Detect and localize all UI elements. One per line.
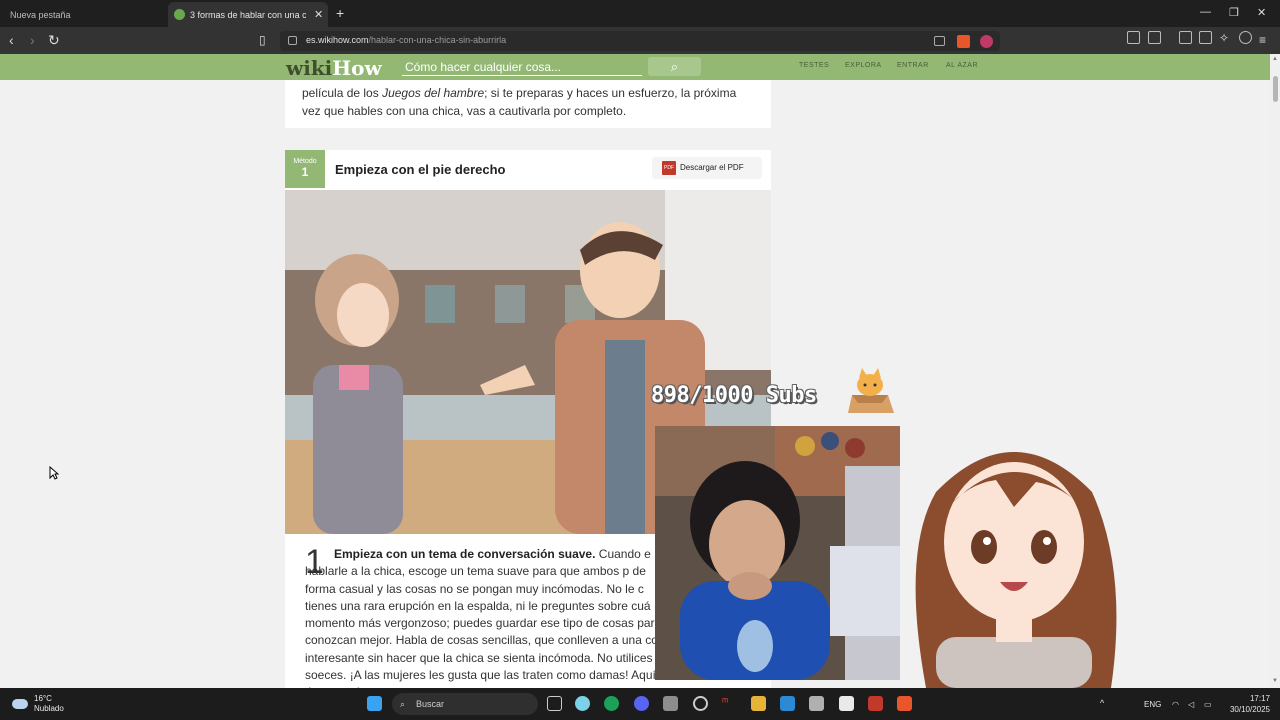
wikihow-logo[interactable]: wikiHow bbox=[286, 56, 382, 80]
search-button[interactable]: ⌕ bbox=[648, 57, 701, 76]
tab-manager-icon[interactable] bbox=[1148, 31, 1161, 44]
vtuber-avatar bbox=[896, 432, 1132, 688]
leo-ai-icon[interactable]: ✧ bbox=[1219, 31, 1232, 45]
language-indicator[interactable]: ENG bbox=[1144, 700, 1161, 709]
valorant-icon[interactable] bbox=[868, 696, 883, 711]
cat-sticker-icon bbox=[842, 365, 898, 417]
battery-icon[interactable]: ▭ bbox=[1204, 700, 1212, 709]
vscode-icon[interactable] bbox=[780, 696, 795, 711]
minecraft-icon[interactable] bbox=[663, 696, 678, 711]
search-icon: ⌕ bbox=[670, 59, 679, 74]
wikihow-favicon-icon bbox=[174, 9, 185, 20]
tab-title: 3 formas de hablar con una chica sin abu… bbox=[190, 9, 306, 20]
brave-browser-icon[interactable] bbox=[897, 696, 912, 711]
wikihow-header: wikiHow Cómo hacer cualquier cosa... ⌕ T… bbox=[0, 54, 1270, 80]
restore-button[interactable]: ❐ bbox=[1229, 6, 1239, 19]
method-label: Método bbox=[293, 158, 317, 165]
webcam-feed bbox=[655, 426, 900, 680]
extensions-icon[interactable] bbox=[1127, 31, 1140, 44]
minimize-button[interactable]: — bbox=[1200, 6, 1211, 18]
search-input[interactable]: Cómo hacer cualquier cosa... bbox=[402, 58, 642, 76]
share-icon[interactable] bbox=[934, 36, 945, 46]
weather-widget[interactable]: 16°C Nublado bbox=[12, 694, 64, 714]
taskbar-search[interactable]: ⌕ Buscar bbox=[392, 693, 538, 715]
cloud-icon bbox=[12, 699, 28, 709]
weather-condition: Nublado bbox=[34, 704, 64, 713]
forward-button[interactable]: › bbox=[30, 32, 35, 48]
scroll-thumb[interactable] bbox=[1273, 76, 1278, 102]
tab-title: Nueva pestaña bbox=[10, 9, 71, 20]
brave-rewards-icon[interactable] bbox=[980, 35, 993, 48]
sidebar-icon[interactable] bbox=[1179, 31, 1192, 44]
capcut-icon[interactable] bbox=[839, 696, 854, 711]
navigation-bar: ‹ › ↻ ▯ es.wikihow.com/hablar-con-una-ch… bbox=[0, 27, 1280, 54]
subs-counter: 898/1000 Subs bbox=[651, 383, 817, 408]
clock-date: 30/10/2025 bbox=[1229, 705, 1270, 714]
method-title: Empieza con el pie derecho bbox=[335, 162, 506, 177]
wallet-icon[interactable] bbox=[1199, 31, 1212, 44]
new-tab-button[interactable]: + bbox=[336, 5, 344, 21]
method-number: 1 bbox=[301, 165, 309, 179]
snipping-tool-icon[interactable] bbox=[809, 696, 824, 711]
search-icon: ⌕ bbox=[400, 699, 406, 709]
nav-entrar[interactable]: ENTRAR bbox=[897, 62, 929, 69]
menu-icon[interactable]: ≡ bbox=[1259, 32, 1266, 48]
nav-al-azar[interactable]: AL AZAR bbox=[946, 62, 978, 69]
edge-icon[interactable] bbox=[604, 696, 619, 711]
clock-time: 17:17 bbox=[1249, 694, 1270, 703]
start-button[interactable] bbox=[367, 696, 382, 711]
brave-shields-icon[interactable] bbox=[957, 35, 970, 48]
method-badge: Método 1 bbox=[285, 150, 325, 188]
discord-icon[interactable] bbox=[634, 696, 649, 711]
temperature: 16°C bbox=[34, 694, 52, 703]
address-bar[interactable]: es.wikihow.com/hablar-con-una-chica-sin-… bbox=[280, 31, 1000, 51]
tab-wikihow[interactable]: 3 formas de hablar con una chica sin abu… bbox=[168, 2, 328, 27]
app-m-icon[interactable]: ᵐ bbox=[722, 696, 737, 711]
vpn-icon[interactable] bbox=[1239, 31, 1252, 44]
nav-explora[interactable]: EXPLORA bbox=[845, 62, 882, 69]
download-pdf-label: Descargar el PDF bbox=[680, 163, 744, 172]
wifi-icon[interactable]: ◠ bbox=[1172, 700, 1179, 709]
taskbar-search-label: Buscar bbox=[416, 699, 445, 709]
page-scrollbar[interactable]: ▲ ▼ bbox=[1270, 54, 1280, 688]
url-text: es.wikihow.com/hablar-con-una-chica-sin-… bbox=[306, 35, 507, 45]
file-explorer-icon[interactable] bbox=[751, 696, 766, 711]
intro-section: película de los Juegos del hambre; si te… bbox=[285, 80, 771, 128]
tab-strip: Nueva pestaña 3 formas de hablar con una… bbox=[0, 0, 1280, 27]
reload-button[interactable]: ↻ bbox=[48, 32, 60, 48]
mouse-cursor-icon bbox=[49, 466, 59, 480]
system-clock[interactable]: 17:17 30/10/2025 bbox=[1228, 693, 1270, 715]
bookmark-icon[interactable]: ▯ bbox=[259, 32, 266, 48]
scroll-down-arrow-icon[interactable]: ▼ bbox=[1272, 678, 1278, 684]
copilot-icon[interactable] bbox=[575, 696, 590, 711]
close-tab-icon[interactable]: ✕ bbox=[314, 8, 323, 21]
scroll-up-arrow-icon[interactable]: ▲ bbox=[1272, 56, 1278, 62]
tab-new-tab[interactable]: Nueva pestaña bbox=[0, 2, 168, 27]
nav-testes[interactable]: TESTES bbox=[799, 62, 829, 69]
download-pdf-button[interactable]: PDF Descargar el PDF bbox=[652, 157, 762, 179]
step-paragraph: Empieza con un tema de conversación suav… bbox=[305, 547, 662, 699]
pdf-icon: PDF bbox=[662, 161, 676, 175]
volume-icon[interactable]: ◁ bbox=[1188, 700, 1194, 709]
task-view-icon[interactable] bbox=[547, 696, 562, 711]
close-window-button[interactable]: ✕ bbox=[1257, 6, 1266, 19]
taskbar: 16°C Nublado ⌕ Buscar ᵐ ^ ENG ◠ ◁ ▭ 17:1… bbox=[0, 688, 1280, 720]
tray-overflow-icon[interactable]: ^ bbox=[1100, 698, 1104, 708]
obs-icon[interactable] bbox=[693, 696, 708, 711]
site-info-icon[interactable] bbox=[288, 36, 297, 45]
back-button[interactable]: ‹ bbox=[9, 32, 14, 48]
intro-paragraph: película de los Juegos del hambre; si te… bbox=[302, 86, 737, 118]
